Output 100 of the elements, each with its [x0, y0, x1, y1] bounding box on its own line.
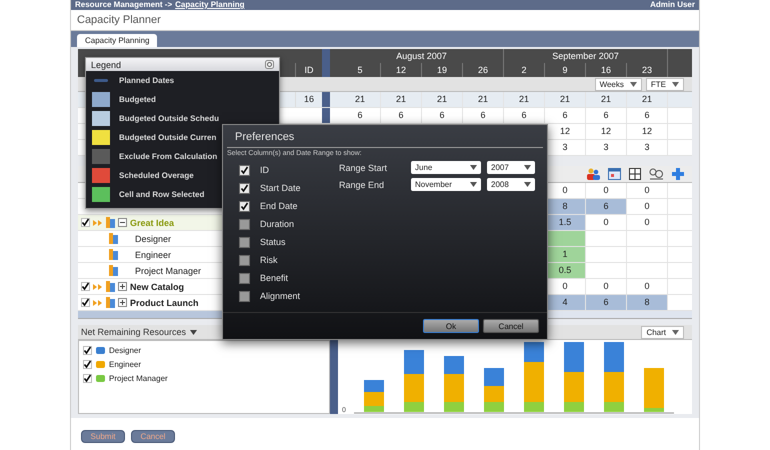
close-icon[interactable]	[265, 60, 274, 69]
table-cell: 6	[357, 110, 362, 120]
legend-label: Planned Dates	[119, 76, 174, 85]
caret-icon	[524, 165, 531, 170]
dialog-button[interactable]: Ok	[423, 319, 479, 333]
legend-label: Exclude From Calculation	[119, 152, 218, 161]
table-cell: 3	[603, 142, 608, 152]
checkmark-icon[interactable]	[83, 360, 92, 368]
legend-label: Budgeted	[119, 95, 156, 104]
month-select[interactable]: June	[411, 161, 481, 174]
table-cell[interactable]: 1	[545, 247, 586, 262]
caret-icon	[672, 330, 679, 334]
people-icon[interactable]	[586, 168, 600, 180]
month-label: August 2007	[340, 49, 504, 63]
checkbox[interactable]	[239, 164, 250, 176]
checkbox[interactable]	[239, 182, 250, 194]
add-icon[interactable]	[672, 168, 684, 180]
table-cell: 3	[644, 142, 650, 152]
person-icon	[109, 265, 118, 276]
checkbox[interactable]	[239, 272, 250, 284]
year-select[interactable]: 2008	[487, 178, 535, 191]
table-cell: 21	[436, 94, 447, 104]
project-name[interactable]: New Catalog	[130, 282, 184, 292]
caret-icon	[630, 82, 637, 86]
caret-icon	[470, 165, 477, 170]
expander-icon[interactable]	[118, 218, 127, 227]
calendar-icon[interactable]	[608, 168, 621, 180]
legend-label: Budgeted Outside Schedu	[119, 114, 220, 123]
view-dropdown[interactable]: Net Remaining Resources	[81, 327, 198, 337]
checkbox[interactable]	[239, 218, 250, 230]
checkbox[interactable]	[239, 200, 250, 212]
table-cell: 21	[518, 94, 529, 104]
resource-label: Designer	[109, 346, 142, 354]
table-cell[interactable]: 8	[545, 199, 586, 214]
table-cell: 6	[603, 110, 608, 120]
table-cell: 21	[560, 94, 570, 104]
person-icon	[106, 281, 115, 292]
checkbox-label: Start Date	[260, 183, 301, 193]
checkbox-label: Duration	[260, 219, 294, 229]
role-name[interactable]: Designer	[135, 234, 172, 244]
legend-label: Scheduled Overage	[119, 171, 194, 180]
table-cell[interactable]: 8	[627, 295, 668, 310]
person-icon	[106, 297, 115, 308]
expander-icon[interactable]	[118, 298, 127, 307]
checkbox[interactable]	[239, 290, 250, 302]
project-name[interactable]: Product Launch	[130, 298, 199, 308]
table-cell: 6	[644, 110, 650, 120]
breadcrumb-link[interactable]: Capacity Planning	[175, 0, 244, 10]
chart-dropdown[interactable]: Chart	[641, 326, 684, 338]
checkmark-icon[interactable]	[81, 298, 90, 307]
year-select[interactable]: 2007	[487, 161, 535, 174]
role-name[interactable]: Engineer	[135, 250, 172, 260]
table-cell[interactable]: 1.5	[545, 215, 586, 230]
breadcrumb-text: Resource Management ->	[75, 0, 172, 10]
table-cell: 6	[562, 110, 568, 120]
table-cell: 21	[642, 94, 652, 104]
checkbox-label: End Date	[260, 201, 298, 211]
table-cell[interactable]: 6	[586, 295, 627, 310]
person-icon	[109, 249, 118, 260]
stacked-bar	[364, 380, 384, 412]
table-cell: 6	[521, 110, 526, 120]
table-cell[interactable]: 4	[545, 295, 586, 310]
double-arrow-icon	[93, 284, 103, 290]
month-select[interactable]: November	[411, 178, 481, 191]
checkmark-icon[interactable]	[83, 374, 92, 382]
range-label: Range End	[339, 180, 386, 190]
table-cell: 12	[600, 126, 611, 136]
measure-dropdown[interactable]: FTE	[646, 78, 684, 90]
expander-icon[interactable]	[118, 282, 127, 291]
legend-title: Legend	[91, 60, 122, 70]
table-cell[interactable]: 0.5	[545, 263, 586, 278]
double-arrow-icon	[93, 300, 103, 306]
table-cell: 6	[439, 110, 444, 120]
unit-dropdown[interactable]: Weeks	[594, 78, 642, 90]
stacked-bar	[484, 368, 504, 412]
table-cell: 3	[562, 142, 568, 152]
grid-icon[interactable]	[629, 168, 641, 180]
table-cell: 12	[642, 126, 652, 136]
checkmark-icon[interactable]	[81, 282, 90, 291]
checkbox-label: Alignment	[260, 291, 300, 301]
checkbox[interactable]	[239, 254, 250, 266]
checkbox-label: Risk	[260, 255, 278, 265]
people-group-icon[interactable]	[649, 168, 664, 180]
role-name[interactable]: Project Manager	[135, 266, 202, 276]
checkbox-label: Benefit	[260, 273, 288, 283]
checkmark-icon[interactable]	[83, 346, 92, 354]
table-cell[interactable]: 6	[586, 199, 627, 214]
checkmark-icon[interactable]	[81, 218, 90, 227]
checkbox-label: Status	[260, 237, 286, 247]
table-cell[interactable]	[545, 231, 586, 246]
person-icon	[106, 217, 115, 228]
checkbox[interactable]	[239, 236, 250, 248]
dialog-button[interactable]: Cancel	[483, 319, 539, 333]
caret-icon	[672, 82, 679, 86]
dialog-title: Preferences	[227, 125, 543, 148]
stacked-bar	[404, 350, 424, 412]
table-cell: 12	[560, 126, 570, 136]
resource-label: Engineer	[109, 360, 142, 368]
tab[interactable]: Capacity Planning	[77, 34, 158, 47]
legend-label: Budgeted Outside Curren	[119, 133, 216, 142]
